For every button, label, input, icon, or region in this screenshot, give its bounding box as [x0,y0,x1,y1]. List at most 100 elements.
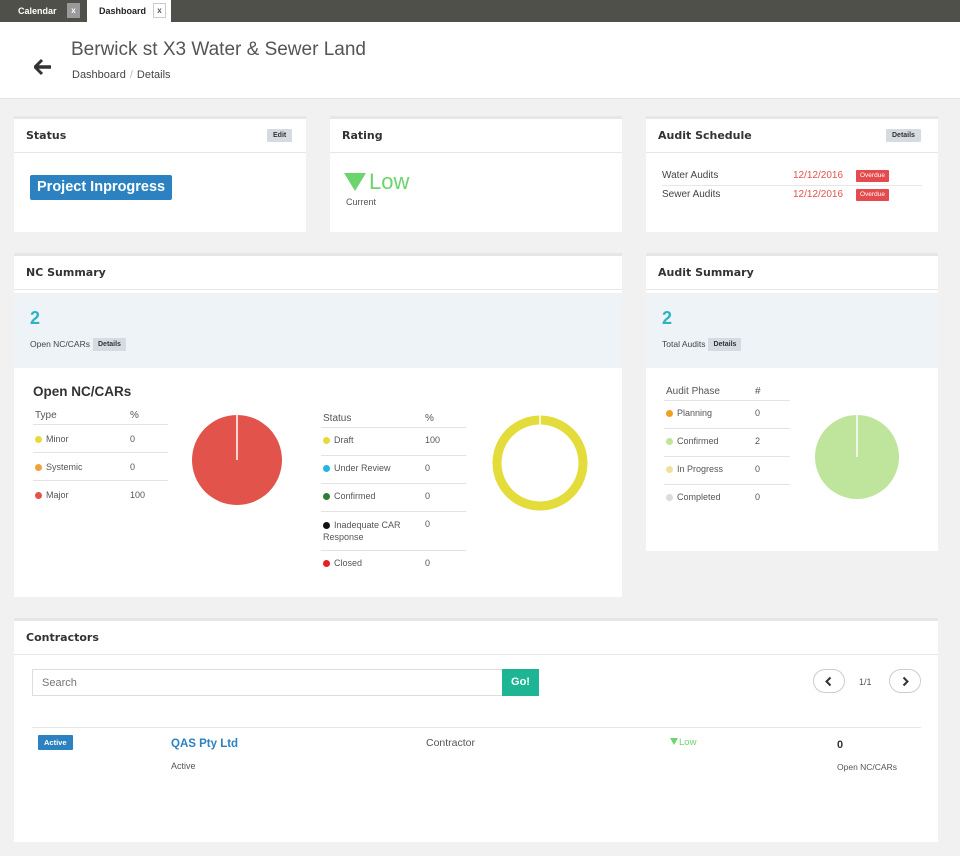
phase-label: Completed [666,492,721,502]
phase-value: 0 [755,464,761,474]
contractors-header: Contractors [14,621,938,655]
contractor-status-badge: Active [38,735,73,750]
phase-value: 0 [755,492,761,502]
audit-name: Water Audits [662,170,719,181]
nc-type-table: Type % Minor 0 Systemic 0 Major 100 [33,408,168,509]
nc-open-count: 2 [30,308,41,328]
col-status-header: Status [323,413,352,424]
search-box [32,669,503,696]
type-label: Major [35,490,69,500]
contractor-search-input[interactable] [33,670,502,695]
phase-label: Planning [666,408,712,418]
type-value: 0 [130,462,136,472]
contractor-rating-text: Low [679,737,697,748]
pager-indicator: 1/1 [859,677,872,687]
under-review-dot-icon [323,465,330,472]
status-name: Draft [334,435,354,445]
phase-name: Completed [677,492,721,502]
table-header: Status % [321,411,466,428]
phase-name: In Progress [677,464,724,474]
phase-name: Confirmed [677,436,719,446]
breadcrumb: Dashboard / Details [72,69,171,81]
status-card: Status Edit Project Inprogress [14,116,306,232]
nc-type-pie-chart [192,415,282,505]
col-percent-header: % [425,413,434,424]
table-row: Major 100 [33,481,168,509]
status-card-header: Status Edit [14,119,306,153]
tab-dashboard-label: Dashboard [99,6,147,16]
tab-bar: Calendar x Dashboard x [0,0,960,22]
table-row: Inadequate CAR Response 0 [321,512,466,551]
pager-next-button[interactable] [889,669,921,693]
chevron-left-icon [825,676,832,687]
nc-details-button[interactable]: Details [93,338,126,351]
rating-down-icon [670,738,678,745]
audit-schedule-details-button[interactable]: Details [886,129,921,142]
status-name: Confirmed [334,491,376,501]
nc-summary-band: 2 Open NC/CARs Details [14,293,622,368]
status-label: Draft [323,435,354,445]
status-value: 0 [425,491,431,501]
contractors-title: Contractors [26,631,99,644]
tab-dashboard-close-button[interactable]: x [153,3,166,18]
audit-phase-table: Audit Phase # Planning 0 Confirmed 2 In … [664,384,790,513]
contractors-card: Contractors Go! 1/1 Active QAS Pty Ltd A… [14,618,938,842]
audit-schedule-header: Audit Schedule Details [646,119,938,153]
search-go-button[interactable]: Go! [502,669,539,696]
type-value: 100 [130,490,146,500]
audit-date: 12/12/2016 [793,189,844,200]
rating-down-icon [344,173,366,191]
tab-dashboard[interactable]: Dashboard x [87,0,171,22]
phase-label: Confirmed [666,436,719,446]
audit-summary-card: Audit Summary 2 Total Audits Details Audi… [646,253,938,551]
status-label: Closed [323,558,362,568]
contractor-type: Contractor [426,737,476,749]
status-label: Confirmed [323,491,376,501]
status-label: Inadequate CAR Response [323,519,403,543]
breadcrumb-dashboard-link[interactable]: Dashboard [72,69,126,81]
status-name: Inadequate CAR Response [323,520,401,542]
status-card-title: Status [26,129,67,142]
nc-open-label: Open NC/CARs [30,339,90,349]
page-header: Berwick st X3 Water & Sewer Land Dashboa… [0,22,960,99]
table-row: In Progress 0 [664,457,790,485]
tab-calendar[interactable]: Calendar x [0,0,87,22]
status-name: Under Review [334,463,391,473]
status-label: Under Review [323,463,391,473]
overdue-badge: Overdue [856,170,889,182]
type-name: Systemic [46,462,83,472]
breadcrumb-separator: / [129,69,133,81]
table-row: Closed 0 [321,551,466,579]
status-edit-button[interactable]: Edit [267,129,293,142]
audit-name: Sewer Audits [662,189,721,200]
nc-status-table: Status % Draft 100 Under Review 0 Confir… [321,411,466,579]
major-dot-icon [35,492,42,499]
phase-value: 2 [755,436,761,446]
type-value: 0 [130,434,136,444]
tab-calendar-close-button[interactable]: x [67,3,80,18]
audit-date: 12/12/2016 [793,170,844,181]
table-row: Minor 0 [33,425,168,453]
donut-slice-draft [492,415,588,511]
draft-dot-icon [323,437,330,444]
col-phase-header: Audit Phase [666,386,720,397]
tab-calendar-label: Calendar [18,6,57,16]
audit-schedule-title: Audit Schedule [658,129,752,142]
in-progress-dot-icon [666,466,673,473]
contractor-name-link[interactable]: QAS Pty Ltd [171,738,238,750]
minor-dot-icon [35,436,42,443]
status-value: 0 [425,558,431,568]
table-header: Type % [33,408,168,425]
pager-prev-button[interactable] [813,669,845,693]
audit-row-sewer: Sewer Audits 12/12/2016 Overdue [662,187,922,205]
closed-dot-icon [323,560,330,567]
table-row: Planning 0 [664,401,790,429]
audit-summary-details-button[interactable]: Details [708,338,742,351]
confirmed-dot-icon [666,438,673,445]
chevron-right-icon [902,676,909,687]
type-name: Minor [46,434,69,444]
total-audits-count: 2 [662,308,673,328]
table-row: Completed 0 [664,485,790,513]
back-arrow-icon[interactable] [34,58,52,76]
audit-summary-title: Audit Summary [658,266,754,279]
